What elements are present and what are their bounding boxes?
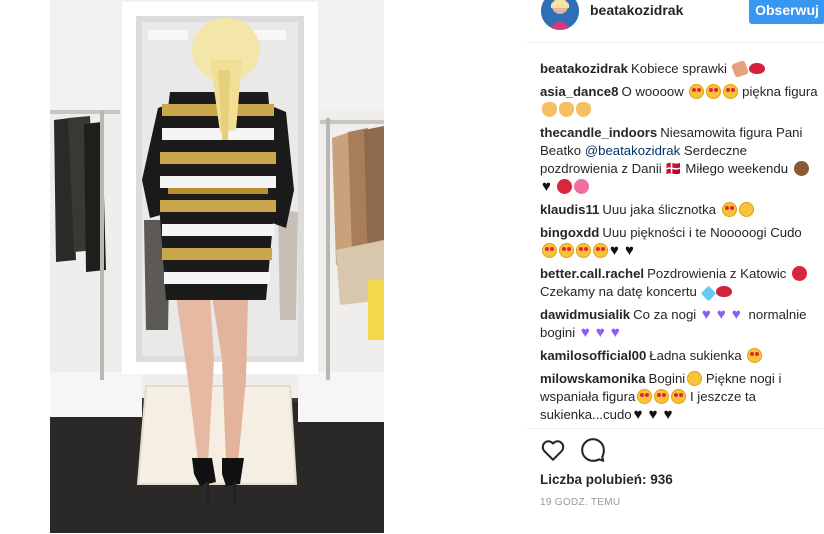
rose-icon <box>792 266 808 281</box>
post-photo-illustration <box>50 0 384 533</box>
see-no-evil-monkey-icon <box>793 161 809 176</box>
comment-text: Bogini <box>648 371 686 386</box>
comment-item: beatakozidrak Kobiece sprawki <box>540 60 818 78</box>
heart-eyes-icon <box>593 243 608 258</box>
lips-icon <box>748 63 765 74</box>
nail-polish-icon <box>730 60 749 78</box>
heart-eyes-icon <box>723 84 739 99</box>
follow-button[interactable]: Obserwuj <box>749 0 824 24</box>
comment-text: Uuu piękności i te Nooooogi Cudo <box>602 225 802 240</box>
gem-icon <box>700 285 716 302</box>
comment-username[interactable]: asia_dance8 <box>540 84 618 99</box>
comment-text: piękna figura <box>742 84 818 99</box>
smile-icon <box>738 202 754 217</box>
ok-hand-icon <box>559 102 574 117</box>
ok-hand-icon <box>576 102 591 117</box>
black-heart-icon <box>610 242 623 260</box>
lips-icon <box>715 286 732 297</box>
user-mention-link[interactable]: @beatakozidrak <box>585 143 681 158</box>
black-heart-icon <box>542 178 555 196</box>
comment-item: better.call.rachel Pozdrowienia z Katowic… <box>540 265 818 302</box>
post-photo[interactable] <box>50 0 384 533</box>
comment-button[interactable] <box>580 437 606 463</box>
heart-eyes-icon <box>671 389 687 404</box>
comment-text: Ładna sukienka <box>649 348 742 363</box>
smile-icon <box>687 371 703 386</box>
heart-outline-icon <box>541 440 565 461</box>
comment-username[interactable]: beatakozidrak <box>540 61 628 76</box>
avatar-image <box>541 0 579 30</box>
heart-eyes-icon <box>689 84 705 99</box>
comment-username[interactable]: better.call.rachel <box>540 266 644 281</box>
heart-eyes-icon <box>747 348 763 363</box>
tulip-icon <box>574 179 589 194</box>
comment-list: beatakozidrak Kobiece sprawki asia_dance8… <box>540 60 818 428</box>
comment-text: Czekamy na datę koncertu <box>540 284 697 299</box>
comment-username[interactable]: bingoxdd <box>540 225 599 240</box>
like-button[interactable] <box>540 437 566 463</box>
avatar[interactable] <box>541 0 579 30</box>
black-heart-icon <box>664 406 677 424</box>
comment-item: klaudis11 Uuu jaka ślicznotka <box>540 201 818 219</box>
comment-item: bingoxdd Uuu piękności i te Nooooogi Cudo <box>540 224 818 260</box>
comment-item: thecandle_indoors Niesamowita figura Pani… <box>540 124 818 196</box>
purple-heart-icon <box>581 324 594 342</box>
purple-heart-icon <box>611 324 624 342</box>
comment-username[interactable]: kamilosofficial00 <box>540 348 646 363</box>
post-header: beatakozidrak Obserwuj <box>527 0 824 43</box>
post-actions: Liczba polubień: 936 19 GODZ. TEMU <box>527 428 824 534</box>
purple-heart-icon <box>732 306 745 324</box>
purple-heart-icon <box>596 324 609 342</box>
black-heart-icon <box>625 242 638 260</box>
heart-eyes-icon <box>559 243 574 258</box>
ok-hand-icon <box>542 102 557 117</box>
post-timestamp[interactable]: 19 GODZ. TEMU <box>540 497 620 508</box>
comment-item: milowskamonika Bogini Piękne nogi i wspan… <box>540 370 818 424</box>
heart-eyes-icon <box>576 243 591 258</box>
heart-eyes-icon <box>654 389 670 404</box>
comment-text: Pozdrowienia z Katowic <box>647 266 787 281</box>
post-side-panel: beatakozidrak Obserwuj beatakozidrak Kobi… <box>527 0 824 534</box>
black-heart-icon <box>634 406 647 424</box>
comment-username[interactable]: dawidmusialik <box>540 307 630 322</box>
comment-username[interactable]: klaudis11 <box>540 202 599 217</box>
heart-eyes-icon <box>637 389 653 404</box>
heart-eyes-icon <box>542 243 557 258</box>
heart-eyes-icon <box>706 84 722 99</box>
purple-heart-icon <box>702 306 715 324</box>
black-heart-icon <box>649 406 662 424</box>
comment-username[interactable]: milowskamonika <box>540 371 646 386</box>
heart-eyes-icon <box>721 202 737 217</box>
comment-text: O woooow <box>621 84 684 99</box>
comment-item: dawidmusialikCo za nogi normalnie bogini <box>540 306 818 342</box>
post-author-username[interactable]: beatakozidrak <box>590 2 683 18</box>
comment-item: kamilosofficial00 Ładna sukienka <box>540 347 818 365</box>
comment-username[interactable]: thecandle_indoors <box>540 125 657 140</box>
comment-bubble-icon <box>581 438 605 462</box>
purple-heart-icon <box>717 306 730 324</box>
comment-text: Co za nogi <box>633 307 697 322</box>
comment-item: asia_dance8 O woooow piękna figura <box>540 83 818 119</box>
comment-text: Uuu jaka ślicznotka <box>602 202 717 217</box>
comment-text: Kobiece sprawki <box>630 61 727 76</box>
likes-count[interactable]: Liczba polubień: 936 <box>540 472 673 487</box>
rose-icon <box>557 179 572 194</box>
